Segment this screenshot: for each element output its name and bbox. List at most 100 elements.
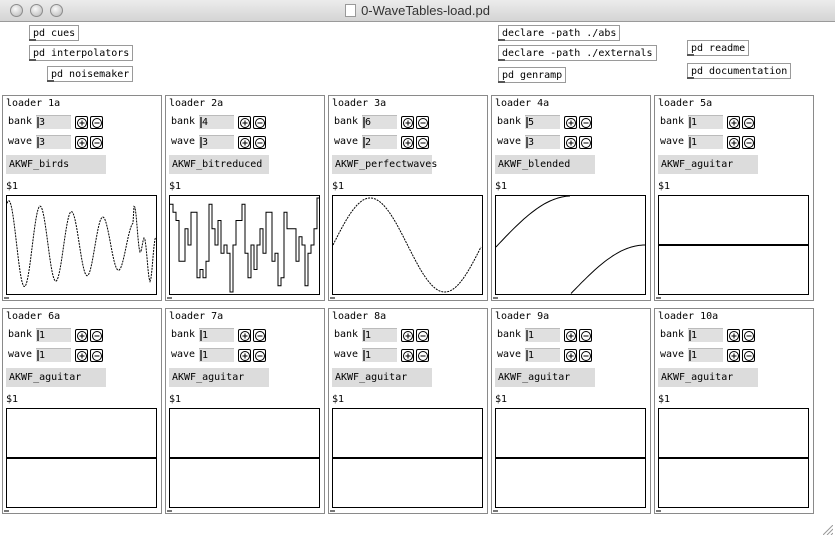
bank-minus-button[interactable] xyxy=(742,116,755,129)
bank-minus-button[interactable] xyxy=(416,116,429,129)
bank-plus-button[interactable] xyxy=(75,329,88,342)
bank-minus-button[interactable] xyxy=(253,116,266,129)
loader-panel[interactable]: loader 5a bank 1 wave 1 AKWF_aguitar $1 xyxy=(654,95,814,301)
wave-number-box[interactable]: 1 xyxy=(688,135,723,149)
bank-number-box[interactable]: 1 xyxy=(688,328,723,342)
wave-minus-button[interactable] xyxy=(253,136,266,149)
waveform-array-plot[interactable] xyxy=(658,408,809,508)
resize-grip-icon[interactable] xyxy=(823,525,833,535)
bank-number-box[interactable]: 3 xyxy=(36,115,71,129)
waveform-array-plot[interactable] xyxy=(6,408,157,508)
loader-panel[interactable]: loader 3a bank 6 wave 2 AKWF_perfectwaves $1 xyxy=(328,95,488,301)
bank-minus-button[interactable] xyxy=(742,329,755,342)
wave-plus-button[interactable] xyxy=(564,349,577,362)
bank-plus-button[interactable] xyxy=(727,329,740,342)
bank-number-box[interactable]: 1 xyxy=(199,328,234,342)
bank-number-box[interactable]: 4 xyxy=(199,115,234,129)
wave-minus-button[interactable] xyxy=(90,349,103,362)
wave-minus-button[interactable] xyxy=(90,136,103,149)
loader-panel[interactable]: loader 8a bank 1 wave 1 AKWF_aguitar $1 xyxy=(328,308,488,514)
bank-number-box[interactable]: 1 xyxy=(525,328,560,342)
declare-externals-object[interactable]: declare -path ./externals xyxy=(498,45,657,61)
bank-plus-button[interactable] xyxy=(238,116,251,129)
wavetable-name-symbol[interactable]: AKWF_birds xyxy=(6,155,106,174)
wave-plus-button[interactable] xyxy=(401,136,414,149)
waveform-array-plot[interactable] xyxy=(6,195,157,295)
waveform-array-plot[interactable] xyxy=(332,408,483,508)
wave-plus-button[interactable] xyxy=(75,136,88,149)
bank-plus-button[interactable] xyxy=(564,329,577,342)
bank-number-box[interactable]: 1 xyxy=(362,328,397,342)
pd-cues-object[interactable]: pd cues xyxy=(29,25,80,41)
loader-panel[interactable]: loader 1a bank 3 wave 3 AKWF_birds $1 xyxy=(2,95,162,301)
bank-number-box[interactable]: 1 xyxy=(36,328,71,342)
wavetable-name-symbol[interactable]: AKWF_aguitar xyxy=(495,368,595,387)
wavetable-name-symbol[interactable]: AKWF_aguitar xyxy=(658,368,758,387)
pd-interpolators-object[interactable]: pd interpolators xyxy=(29,45,134,61)
wave-plus-button[interactable] xyxy=(238,136,251,149)
pd-readme-object[interactable]: pd readme xyxy=(687,40,750,56)
wave-minus-button[interactable] xyxy=(742,349,755,362)
loader-panel[interactable]: loader 4a bank 5 wave 3 AKWF_blended $1 xyxy=(491,95,651,301)
wavetable-name-symbol[interactable]: AKWF_aguitar xyxy=(6,368,106,387)
wave-minus-button[interactable] xyxy=(416,136,429,149)
wave-number-box[interactable]: 1 xyxy=(688,348,723,362)
pd-genramp-object[interactable]: pd genramp xyxy=(498,67,567,83)
wave-minus-button[interactable] xyxy=(579,349,592,362)
pd-documentation-object[interactable]: pd documentation xyxy=(687,63,792,79)
bank-minus-button[interactable] xyxy=(90,116,103,129)
wavetable-name-symbol[interactable]: AKWF_bitreduced xyxy=(169,155,269,174)
wave-number-box[interactable]: 3 xyxy=(525,135,560,149)
loader-panel[interactable]: loader 9a bank 1 wave 1 AKWF_aguitar $1 xyxy=(491,308,651,514)
wave-plus-button[interactable] xyxy=(238,349,251,362)
waveform-array-plot[interactable] xyxy=(658,195,809,295)
wave-minus-button[interactable] xyxy=(253,349,266,362)
bank-minus-button[interactable] xyxy=(253,329,266,342)
wave-plus-button[interactable] xyxy=(727,136,740,149)
bank-number-box[interactable]: 5 xyxy=(525,115,560,129)
wave-number-box[interactable]: 3 xyxy=(199,135,234,149)
bank-number-box[interactable]: 1 xyxy=(688,115,723,129)
wavetable-name-symbol[interactable]: AKWF_perfectwaves xyxy=(332,155,437,174)
loader-panel[interactable]: loader 10a bank 1 wave 1 AKWF_aguitar $1 xyxy=(654,308,814,514)
loader-panel[interactable]: loader 7a bank 1 wave 1 AKWF_aguitar $1 xyxy=(165,308,325,514)
wave-plus-button[interactable] xyxy=(727,349,740,362)
wave-plus-button[interactable] xyxy=(401,349,414,362)
wave-number-box[interactable]: 1 xyxy=(36,348,71,362)
wave-minus-button[interactable] xyxy=(742,136,755,149)
bank-plus-button[interactable] xyxy=(727,116,740,129)
wave-minus-button[interactable] xyxy=(416,349,429,362)
wavetable-name-symbol[interactable]: AKWF_aguitar xyxy=(169,368,269,387)
bank-minus-button[interactable] xyxy=(416,329,429,342)
bank-minus-button[interactable] xyxy=(90,329,103,342)
loader-panel[interactable]: loader 2a bank 4 wave 3 AKWF_bitreduced $1 xyxy=(165,95,325,301)
wavetable-name-symbol[interactable]: AKWF_aguitar xyxy=(332,368,432,387)
wave-number-box[interactable]: 2 xyxy=(362,135,397,149)
wave-minus-button[interactable] xyxy=(579,136,592,149)
wave-plus-button[interactable] xyxy=(564,136,577,149)
bank-plus-button[interactable] xyxy=(401,329,414,342)
wavetable-name-symbol[interactable]: AKWF_blended xyxy=(495,155,595,174)
bank-minus-button[interactable] xyxy=(579,329,592,342)
bank-plus-button[interactable] xyxy=(238,329,251,342)
declare-abs-object[interactable]: declare -path ./abs xyxy=(498,25,621,41)
bank-number-box[interactable]: 6 xyxy=(362,115,397,129)
waveform-array-plot[interactable] xyxy=(169,195,320,295)
wave-number-box[interactable]: 3 xyxy=(36,135,71,149)
wave-plus-button[interactable] xyxy=(75,349,88,362)
bank-plus-button[interactable] xyxy=(564,116,577,129)
bank-plus-button[interactable] xyxy=(401,116,414,129)
waveform-array-plot[interactable] xyxy=(495,195,646,295)
wavetable-name-symbol[interactable]: AKWF_aguitar xyxy=(658,155,758,174)
wave-number-box[interactable]: 1 xyxy=(362,348,397,362)
waveform-array-plot[interactable] xyxy=(495,408,646,508)
bank-plus-button[interactable] xyxy=(75,116,88,129)
waveform-array-plot[interactable] xyxy=(169,408,320,508)
wave-number-box[interactable]: 1 xyxy=(199,348,234,362)
loader-panel[interactable]: loader 6a bank 1 wave 1 AKWF_aguitar $1 xyxy=(2,308,162,514)
wave-number-box[interactable]: 1 xyxy=(525,348,560,362)
pd-noisemaker-object[interactable]: pd noisemaker xyxy=(47,66,134,82)
bank-minus-button[interactable] xyxy=(579,116,592,129)
waveform-array-plot[interactable] xyxy=(332,195,483,295)
patch-canvas[interactable]: pd cues pd interpolators pd noisemaker d… xyxy=(0,22,835,537)
